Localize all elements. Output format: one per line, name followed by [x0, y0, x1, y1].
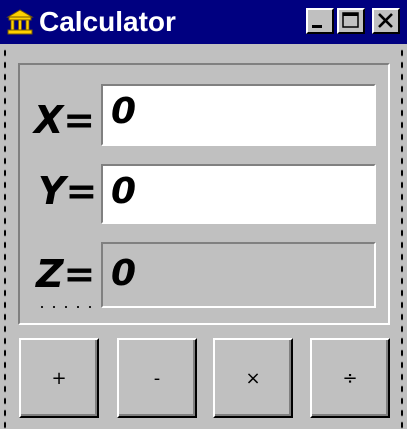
minimize-button[interactable] [306, 8, 334, 34]
grid-dots [400, 47, 404, 429]
subtract-button[interactable]: - [117, 338, 197, 418]
multiply-button[interactable]: × [213, 338, 293, 418]
x-input[interactable]: 0 [101, 84, 376, 146]
close-icon [378, 13, 393, 28]
calculator-window: Calculator X= 0 Y= 0 Z= 0 + - × ÷ [0, 0, 407, 429]
z-label: Z= [36, 252, 96, 296]
x-label: X= [34, 98, 96, 142]
maximize-icon [342, 12, 359, 28]
window-title: Calculator [39, 6, 176, 37]
grid-dots [3, 47, 7, 429]
title-bar[interactable]: Calculator [0, 0, 407, 44]
minimize-icon [312, 25, 322, 28]
y-label: Y= [38, 169, 98, 213]
grid-dots [36, 302, 96, 312]
maximize-button[interactable] [337, 8, 365, 34]
divide-button[interactable]: ÷ [310, 338, 390, 418]
add-button[interactable]: + [19, 338, 99, 418]
close-button[interactable] [372, 8, 400, 34]
y-input[interactable]: 0 [101, 164, 376, 224]
calculator-building-icon[interactable] [6, 8, 34, 36]
z-result: 0 [101, 242, 376, 308]
